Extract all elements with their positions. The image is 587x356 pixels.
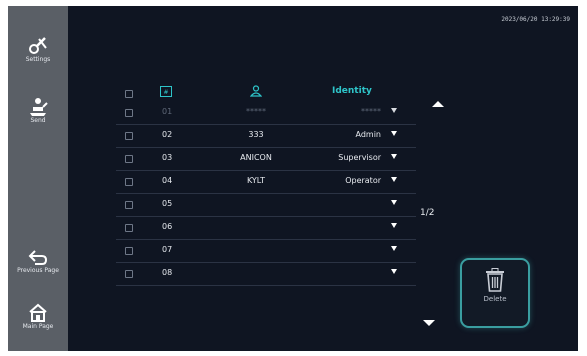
table-row: 01 ***** ***** — [116, 102, 416, 125]
user-icon — [250, 85, 262, 97]
home-icon — [29, 303, 47, 322]
identity-dropdown-arrow[interactable] — [391, 108, 397, 113]
row-checkbox[interactable] — [125, 224, 133, 232]
identity-dropdown-arrow[interactable] — [391, 269, 397, 274]
page-up-arrow[interactable] — [432, 101, 444, 107]
back-arrow-icon — [28, 250, 48, 265]
delete-button[interactable]: Delete — [460, 258, 530, 328]
datetime-display: 2023/06/20 13:29:39 — [501, 16, 570, 23]
row-checkbox[interactable] — [125, 201, 133, 209]
row-identity: Operator — [345, 176, 381, 185]
table-row: 06 — [116, 217, 416, 240]
delete-label: Delete — [483, 295, 507, 303]
table-row: 02 333 Admin — [116, 125, 416, 148]
row-identity: Admin — [355, 130, 382, 139]
row-user: KYLT — [246, 176, 266, 185]
table-row: 08 — [116, 263, 416, 286]
identity-dropdown-arrow[interactable] — [391, 246, 397, 251]
table-row: 03 ANICON Supervisor — [116, 148, 416, 171]
row-number: 05 — [162, 199, 173, 208]
trash-icon — [486, 268, 504, 292]
identity-dropdown-arrow[interactable] — [391, 154, 397, 159]
person-raising-hand-icon — [30, 98, 48, 116]
row-user: ANICON — [240, 153, 272, 162]
identity-header: Identity — [332, 86, 372, 96]
table-row: 04 KYLT Operator — [116, 171, 416, 194]
list-number-icon: # — [160, 86, 172, 97]
row-number: 02 — [162, 130, 173, 139]
settings-tools-icon — [29, 37, 47, 54]
row-user: ***** — [246, 107, 266, 116]
select-all-checkbox[interactable] — [125, 90, 133, 98]
page-indicator: 1/2 — [420, 208, 435, 218]
settings-button[interactable]: Settings — [12, 34, 64, 78]
settings-label: Settings — [25, 56, 51, 63]
table-row: 07 — [116, 240, 416, 263]
row-checkbox[interactable] — [125, 247, 133, 255]
send-button[interactable]: Send — [12, 95, 64, 139]
hmi-screen: Settings Send Previous Page Main Page 20… — [8, 6, 578, 351]
main-page-label: Main Page — [22, 323, 54, 330]
page-down-arrow[interactable] — [423, 320, 435, 326]
table-header: # Identity — [116, 85, 416, 103]
row-checkbox[interactable] — [125, 132, 133, 140]
svg-text:#: # — [163, 89, 168, 96]
previous-page-label: Previous Page — [17, 267, 59, 274]
send-label: Send — [30, 117, 46, 124]
main-page-button[interactable]: Main Page — [12, 301, 64, 345]
row-identity: Supervisor — [338, 153, 381, 162]
row-number: 08 — [162, 268, 173, 277]
row-number: 04 — [162, 176, 173, 185]
identity-dropdown-arrow[interactable] — [391, 223, 397, 228]
identity-dropdown-arrow[interactable] — [391, 177, 397, 182]
row-number: 07 — [162, 245, 173, 254]
identity-dropdown-arrow[interactable] — [391, 131, 397, 136]
table-row: 05 — [116, 194, 416, 217]
row-user: 333 — [248, 130, 264, 139]
row-checkbox[interactable] — [125, 109, 133, 117]
sidebar: Settings Send Previous Page Main Page — [8, 6, 68, 351]
row-identity: ***** — [361, 107, 381, 116]
row-checkbox[interactable] — [125, 155, 133, 163]
row-checkbox[interactable] — [125, 270, 133, 278]
row-checkbox[interactable] — [125, 178, 133, 186]
previous-page-button[interactable]: Previous Page — [12, 247, 64, 291]
row-number: 03 — [162, 153, 173, 162]
row-number: 01 — [162, 107, 173, 116]
row-number: 06 — [162, 222, 173, 231]
identity-dropdown-arrow[interactable] — [391, 200, 397, 205]
